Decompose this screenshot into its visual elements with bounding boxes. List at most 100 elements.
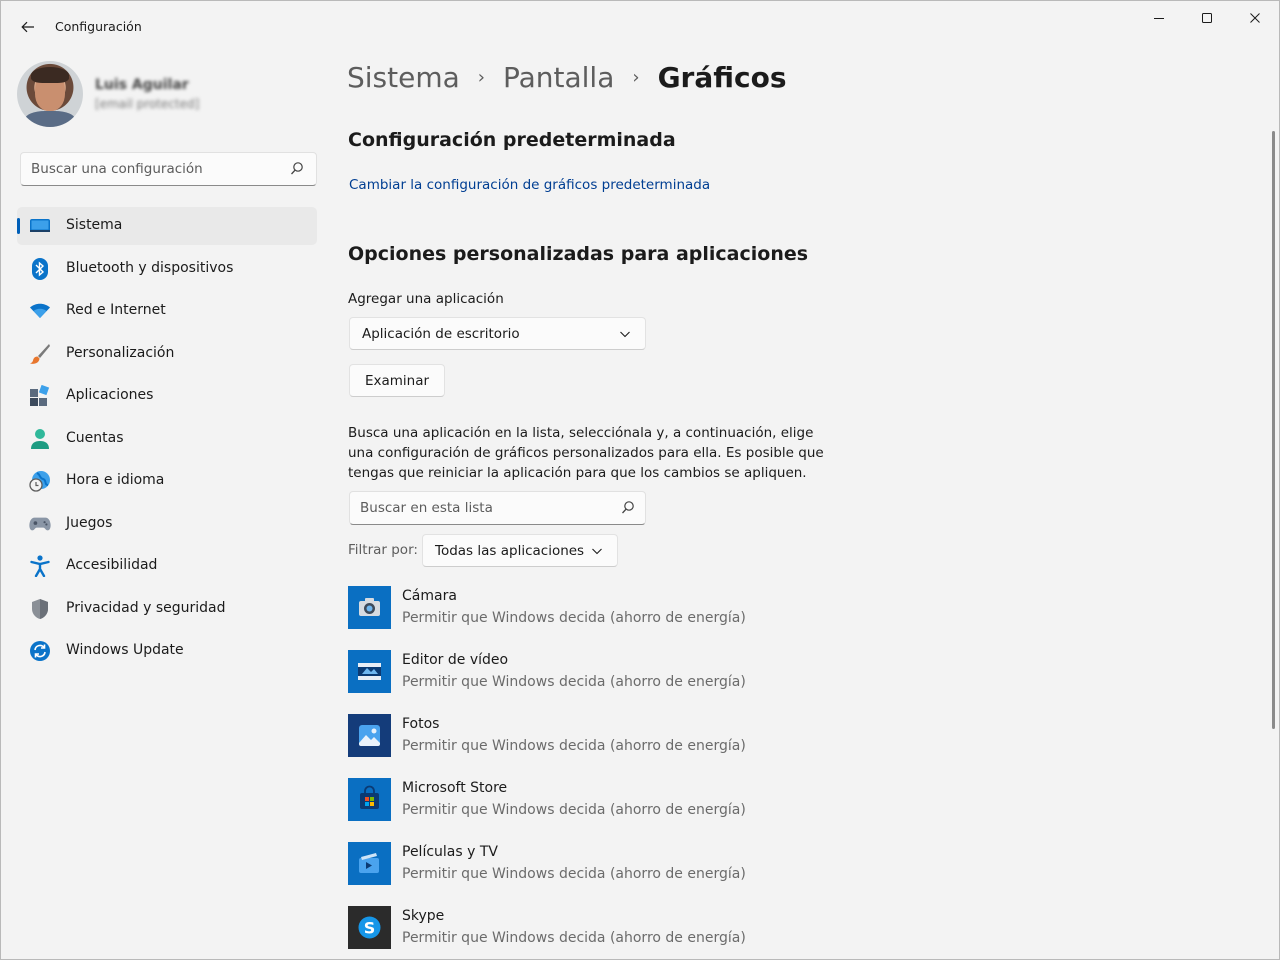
maximize-icon bbox=[1202, 13, 1212, 23]
app-row-microsoft-store[interactable]: Microsoft Store Permitir que Windows dec… bbox=[348, 778, 948, 842]
minimize-button[interactable] bbox=[1135, 1, 1183, 35]
clock-globe-icon bbox=[29, 470, 51, 492]
filter-dropdown[interactable]: Todas las aplicaciones bbox=[422, 534, 618, 567]
filter-selected: Todas las aplicaciones bbox=[435, 543, 585, 559]
app-name: Fotos bbox=[402, 716, 440, 732]
sidebar-item-juegos[interactable]: Juegos bbox=[17, 505, 317, 543]
maximize-button[interactable] bbox=[1183, 1, 1231, 35]
sidebar-item-label: Red e Internet bbox=[66, 302, 166, 318]
camera-icon bbox=[348, 586, 391, 629]
app-row-fotos[interactable]: Fotos Permitir que Windows decida (ahorr… bbox=[348, 714, 948, 778]
chevron-down-icon bbox=[620, 331, 630, 338]
skype-icon: S bbox=[348, 906, 391, 949]
breadcrumb-item-pantalla[interactable]: Pantalla bbox=[503, 61, 614, 94]
sidebar-item-personalizacion[interactable]: Personalización bbox=[17, 335, 317, 373]
chevron-down-icon bbox=[592, 548, 602, 555]
sidebar-item-accesibilidad[interactable]: Accesibilidad bbox=[17, 547, 317, 585]
breadcrumb-item-sistema[interactable]: Sistema bbox=[347, 61, 460, 94]
app-row-camara[interactable]: Cámara Permitir que Windows decida (ahor… bbox=[348, 586, 948, 650]
sidebar-item-privacidad[interactable]: Privacidad y seguridad bbox=[17, 590, 317, 628]
settings-window: Configuración Luis Aguilar [email protec… bbox=[0, 0, 1280, 960]
add-app-label: Agregar una aplicación bbox=[348, 291, 504, 307]
close-button[interactable] bbox=[1231, 1, 1279, 35]
sidebar-item-label: Accesibilidad bbox=[66, 557, 158, 573]
photos-icon bbox=[348, 714, 391, 757]
close-icon bbox=[1250, 13, 1260, 23]
user-profile[interactable]: Luis Aguilar [email protected] bbox=[17, 61, 317, 127]
default-section-title: Configuración predeterminada bbox=[348, 129, 676, 151]
sidebar-item-label: Cuentas bbox=[66, 429, 124, 446]
search-icon bbox=[622, 501, 634, 514]
app-list: Cámara Permitir que Windows decida (ahor… bbox=[348, 586, 948, 959]
main-scrollbar[interactable] bbox=[1272, 131, 1275, 729]
sidebar-item-cuentas[interactable]: Cuentas bbox=[17, 420, 317, 458]
monitor-icon bbox=[29, 215, 51, 237]
settings-search-input[interactable] bbox=[31, 159, 281, 179]
app-row-peliculas-tv[interactable]: Películas y TV Permitir que Windows deci… bbox=[348, 842, 948, 906]
app-row-skype[interactable]: S Skype Permitir que Windows decida (aho… bbox=[348, 906, 948, 959]
browse-button[interactable]: Examinar bbox=[349, 364, 445, 397]
sidebar-item-hora[interactable]: Hora e idioma bbox=[17, 462, 317, 500]
app-graphics-setting: Permitir que Windows decida (ahorro de e… bbox=[402, 738, 746, 754]
window-controls bbox=[1135, 1, 1279, 35]
sidebar-item-label: Aplicaciones bbox=[66, 387, 154, 403]
brush-icon bbox=[29, 343, 51, 365]
sidebar: Luis Aguilar [email protected] Sistema bbox=[1, 49, 331, 959]
bluetooth-icon bbox=[29, 257, 51, 280]
title-bar: Configuración bbox=[1, 1, 1279, 49]
store-icon bbox=[348, 778, 391, 821]
app-type-selected: Aplicación de escritorio bbox=[362, 326, 520, 342]
window-title: Configuración bbox=[55, 19, 142, 34]
account-icon bbox=[29, 428, 51, 450]
movies-tv-icon bbox=[348, 842, 391, 885]
search-icon bbox=[291, 162, 303, 175]
svg-text:S: S bbox=[364, 919, 376, 938]
avatar bbox=[17, 61, 83, 127]
sidebar-item-sistema[interactable]: Sistema bbox=[17, 207, 317, 245]
app-graphics-setting: Permitir que Windows decida (ahorro de e… bbox=[402, 674, 746, 690]
breadcrumb: Sistema › Pantalla › Gráficos bbox=[347, 61, 787, 94]
sidebar-item-bluetooth[interactable]: Bluetooth y dispositivos bbox=[17, 250, 317, 288]
update-icon bbox=[29, 640, 51, 662]
app-name: Skype bbox=[402, 908, 445, 924]
app-graphics-setting: Permitir que Windows decida (ahorro de e… bbox=[402, 802, 746, 818]
sidebar-item-label: Sistema bbox=[66, 217, 123, 233]
settings-search[interactable] bbox=[20, 152, 317, 186]
arrow-left-icon bbox=[21, 21, 34, 33]
app-name: Microsoft Store bbox=[402, 780, 508, 796]
profile-name: Luis Aguilar bbox=[95, 77, 189, 93]
sidebar-item-label: Windows Update bbox=[66, 642, 184, 658]
apps-icon bbox=[29, 385, 51, 407]
filter-label: Filtrar por: bbox=[348, 542, 418, 558]
video-editor-icon bbox=[348, 650, 391, 693]
app-list-search-input[interactable] bbox=[360, 498, 610, 518]
gamepad-icon bbox=[29, 513, 51, 535]
app-list-description: Busca una aplicación en la lista, selecc… bbox=[348, 425, 824, 481]
minimize-icon bbox=[1154, 18, 1164, 19]
change-default-graphics-link[interactable]: Cambiar la configuración de gráficos pre… bbox=[349, 177, 710, 193]
app-name: Cámara bbox=[402, 588, 457, 604]
sidebar-item-label: Personalización bbox=[66, 344, 175, 361]
sidebar-nav: Sistema Bluetooth y dispositivos Red e I… bbox=[17, 207, 317, 675]
app-list-search[interactable] bbox=[349, 491, 646, 525]
sidebar-item-label: Hora e idioma bbox=[66, 472, 165, 488]
page-title: Gráficos bbox=[657, 61, 787, 94]
sidebar-item-red[interactable]: Red e Internet bbox=[17, 292, 317, 330]
main-content: Sistema › Pantalla › Gráficos Configurac… bbox=[347, 49, 1247, 959]
sidebar-item-aplicaciones[interactable]: Aplicaciones bbox=[17, 377, 317, 415]
app-name: Películas y TV bbox=[402, 844, 498, 860]
wifi-icon bbox=[29, 300, 51, 322]
app-type-dropdown[interactable]: Aplicación de escritorio bbox=[349, 317, 646, 350]
sidebar-item-label: Bluetooth y dispositivos bbox=[66, 259, 234, 276]
profile-email: [email protected] bbox=[95, 97, 200, 111]
app-graphics-setting: Permitir que Windows decida (ahorro de e… bbox=[402, 930, 746, 946]
app-name: Editor de vídeo bbox=[402, 652, 509, 668]
shield-icon bbox=[29, 598, 51, 620]
custom-section-title: Opciones personalizadas para aplicacione… bbox=[348, 243, 809, 265]
app-row-editor-video[interactable]: Editor de vídeo Permitir que Windows dec… bbox=[348, 650, 948, 714]
app-graphics-setting: Permitir que Windows decida (ahorro de e… bbox=[402, 610, 746, 626]
sidebar-item-label: Juegos bbox=[66, 514, 113, 531]
sidebar-item-windows-update[interactable]: Windows Update bbox=[17, 632, 317, 670]
accessibility-icon bbox=[29, 555, 51, 577]
back-button[interactable] bbox=[13, 13, 43, 41]
